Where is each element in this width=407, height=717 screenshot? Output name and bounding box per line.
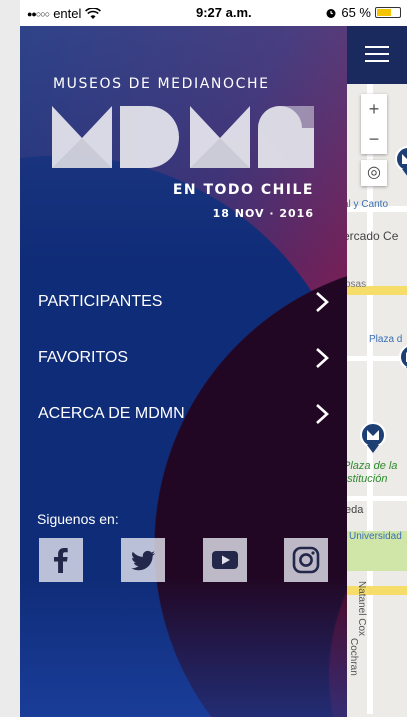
signal-strength: ●●○○○ <box>27 8 50 19</box>
logo-subtitle: EN TODO CHILE <box>172 182 314 198</box>
battery-icon <box>375 7 401 18</box>
zoom-in-button[interactable]: + <box>361 94 387 124</box>
museum-map-pin[interactable] <box>360 422 386 454</box>
instagram-button[interactable] <box>284 538 328 582</box>
menu-item-label: PARTICIPANTES <box>38 293 163 310</box>
twitter-icon <box>131 550 155 571</box>
chevron-right-icon <box>316 292 329 312</box>
chevron-right-icon <box>316 348 329 368</box>
menu-item-favoritos[interactable]: FAVORITOS <box>20 339 347 379</box>
locate-me-button[interactable]: ◎ <box>361 160 387 186</box>
app-header <box>347 26 407 84</box>
youtube-icon <box>212 551 238 569</box>
status-bar: ●●○○○ entel 9:27 a.m. 65 % <box>20 0 407 26</box>
navigation-drawer: MUSEOS DE MEDIANOCHE EN TODO CHILE 18 NO… <box>20 26 347 717</box>
event-date: 18 NOV · 2016 <box>212 207 314 220</box>
menu-item-label: FAVORITOS <box>38 349 129 366</box>
zoom-out-button[interactable]: − <box>361 124 387 154</box>
map-label: Plaza de la <box>347 460 398 472</box>
menu-item-participantes[interactable]: PARTICIPANTES <box>20 283 347 323</box>
museum-map-pin[interactable] <box>395 146 407 178</box>
carrier-name: entel <box>53 6 82 21</box>
map-label: Universidad <box>349 531 402 542</box>
map-view[interactable]: + − ◎ al y Canto ercado Ce osas Plaza d … <box>347 26 407 717</box>
menu-icon[interactable] <box>365 46 389 64</box>
social-heading: Siguenos en: <box>37 511 119 527</box>
logo-title: MUSEOS DE MEDIANOCHE <box>53 76 270 92</box>
map-label: Plaza d <box>369 334 403 345</box>
museum-map-pin[interactable] <box>399 344 407 376</box>
battery-percent: 65 % <box>341 5 371 20</box>
map-road <box>347 496 407 501</box>
facebook-button[interactable] <box>39 538 83 582</box>
map-label: Cochran <box>348 638 359 676</box>
map-label: eda <box>347 504 364 516</box>
map-road <box>347 356 407 361</box>
map-label: ercado Ce <box>347 229 399 243</box>
map-label: nstitución <box>347 473 388 485</box>
map-label: osas <box>347 279 367 290</box>
facebook-icon <box>54 548 68 573</box>
chevron-right-icon <box>316 404 329 424</box>
wifi-icon <box>85 7 102 19</box>
map-label: Natanel Cox <box>356 581 367 637</box>
twitter-button[interactable] <box>121 538 165 582</box>
menu-item-label: ACERCA DE MDMN <box>38 405 185 422</box>
clock: 9:27 a.m. <box>196 5 252 20</box>
youtube-button[interactable] <box>203 538 247 582</box>
menu-item-acerca-de[interactable]: ACERCA DE MDMN <box>20 395 347 435</box>
map-label: al y Canto <box>347 199 389 210</box>
zoom-control: + − <box>361 94 387 154</box>
mdmn-logo <box>52 106 314 168</box>
instagram-icon <box>292 546 320 574</box>
alarm-icon <box>326 8 336 18</box>
